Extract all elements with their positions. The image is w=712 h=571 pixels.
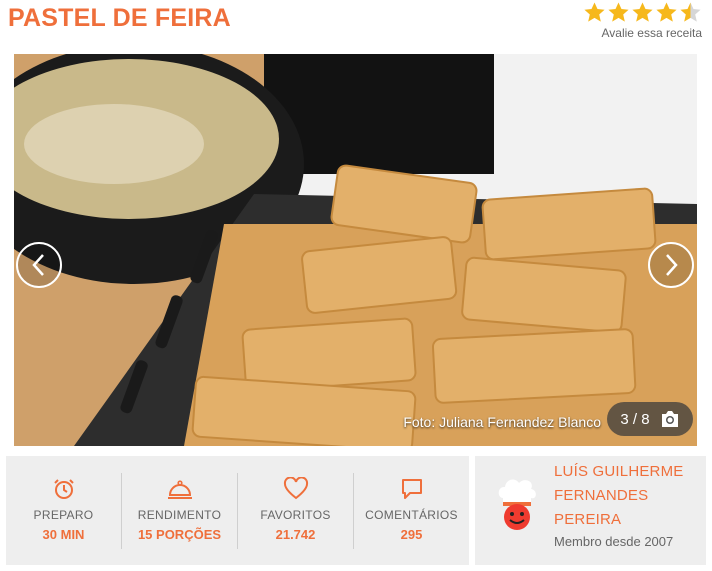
recipe-stats: PREPARO 30 MIN RENDIMENTO 15 PORÇÕES FAV… (6, 456, 469, 565)
rate-recipe-link[interactable]: Avalie essa receita (572, 26, 703, 40)
chef-avatar-icon[interactable] (495, 476, 539, 532)
stat-label: COMENTÁRIOS (365, 507, 458, 522)
author-card[interactable]: LUÍS GUILHERME FERNANDES PEREIRA Membro … (475, 456, 706, 565)
heart-icon[interactable] (283, 476, 309, 501)
stat-label: PREPARO (33, 507, 94, 522)
previous-photo-button[interactable] (16, 242, 62, 288)
stat-value: 15 PORÇÕES (137, 526, 222, 542)
recipe-title: PASTEL DE FEIRA (8, 4, 231, 32)
camera-icon (661, 411, 678, 427)
stat-value: 295 (400, 526, 423, 542)
photo-counter[interactable]: 3 / 8 (607, 402, 693, 436)
stat-servings: RENDIMENTO 15 PORÇÕES (122, 472, 238, 549)
recipe-photo[interactable]: Foto: Juliana Fernandez Blanco 3 / 8 (14, 54, 697, 446)
half-star-icon[interactable] (679, 1, 702, 24)
author-name-link[interactable]: LUÍS GUILHERME FERNANDES PEREIRA (554, 460, 704, 532)
rating-stars[interactable] (572, 1, 702, 25)
stat-label: FAVORITOS (260, 507, 331, 522)
comment-icon[interactable] (400, 477, 424, 501)
chevron-right-icon (666, 254, 678, 276)
star-icon[interactable] (655, 1, 678, 24)
stat-prep-time: PREPARO 30 MIN (6, 472, 122, 549)
star-icon[interactable] (631, 1, 654, 24)
next-photo-button[interactable] (648, 242, 694, 288)
photo-credit: Foto: Juliana Fernandez Blanco (403, 414, 601, 430)
alarm-clock-icon (53, 478, 74, 499)
photo-counter-text: 3 / 8 (620, 410, 650, 428)
star-icon[interactable] (583, 1, 606, 24)
pastel-photo-image (14, 54, 697, 446)
stat-label: RENDIMENTO (137, 507, 222, 522)
stat-value: 30 MIN (42, 526, 85, 542)
stat-favorites[interactable]: FAVORITOS 21.742 (238, 472, 354, 549)
stat-comments[interactable]: COMENTÁRIOS 295 (354, 473, 469, 549)
rating[interactable]: Avalie essa receita (572, 1, 702, 40)
chevron-left-icon (32, 254, 44, 276)
star-icon[interactable] (607, 1, 630, 24)
cloche-icon (167, 479, 192, 499)
stat-value: 21.742 (275, 526, 316, 542)
member-since: Membro desde 2007 (554, 534, 674, 549)
